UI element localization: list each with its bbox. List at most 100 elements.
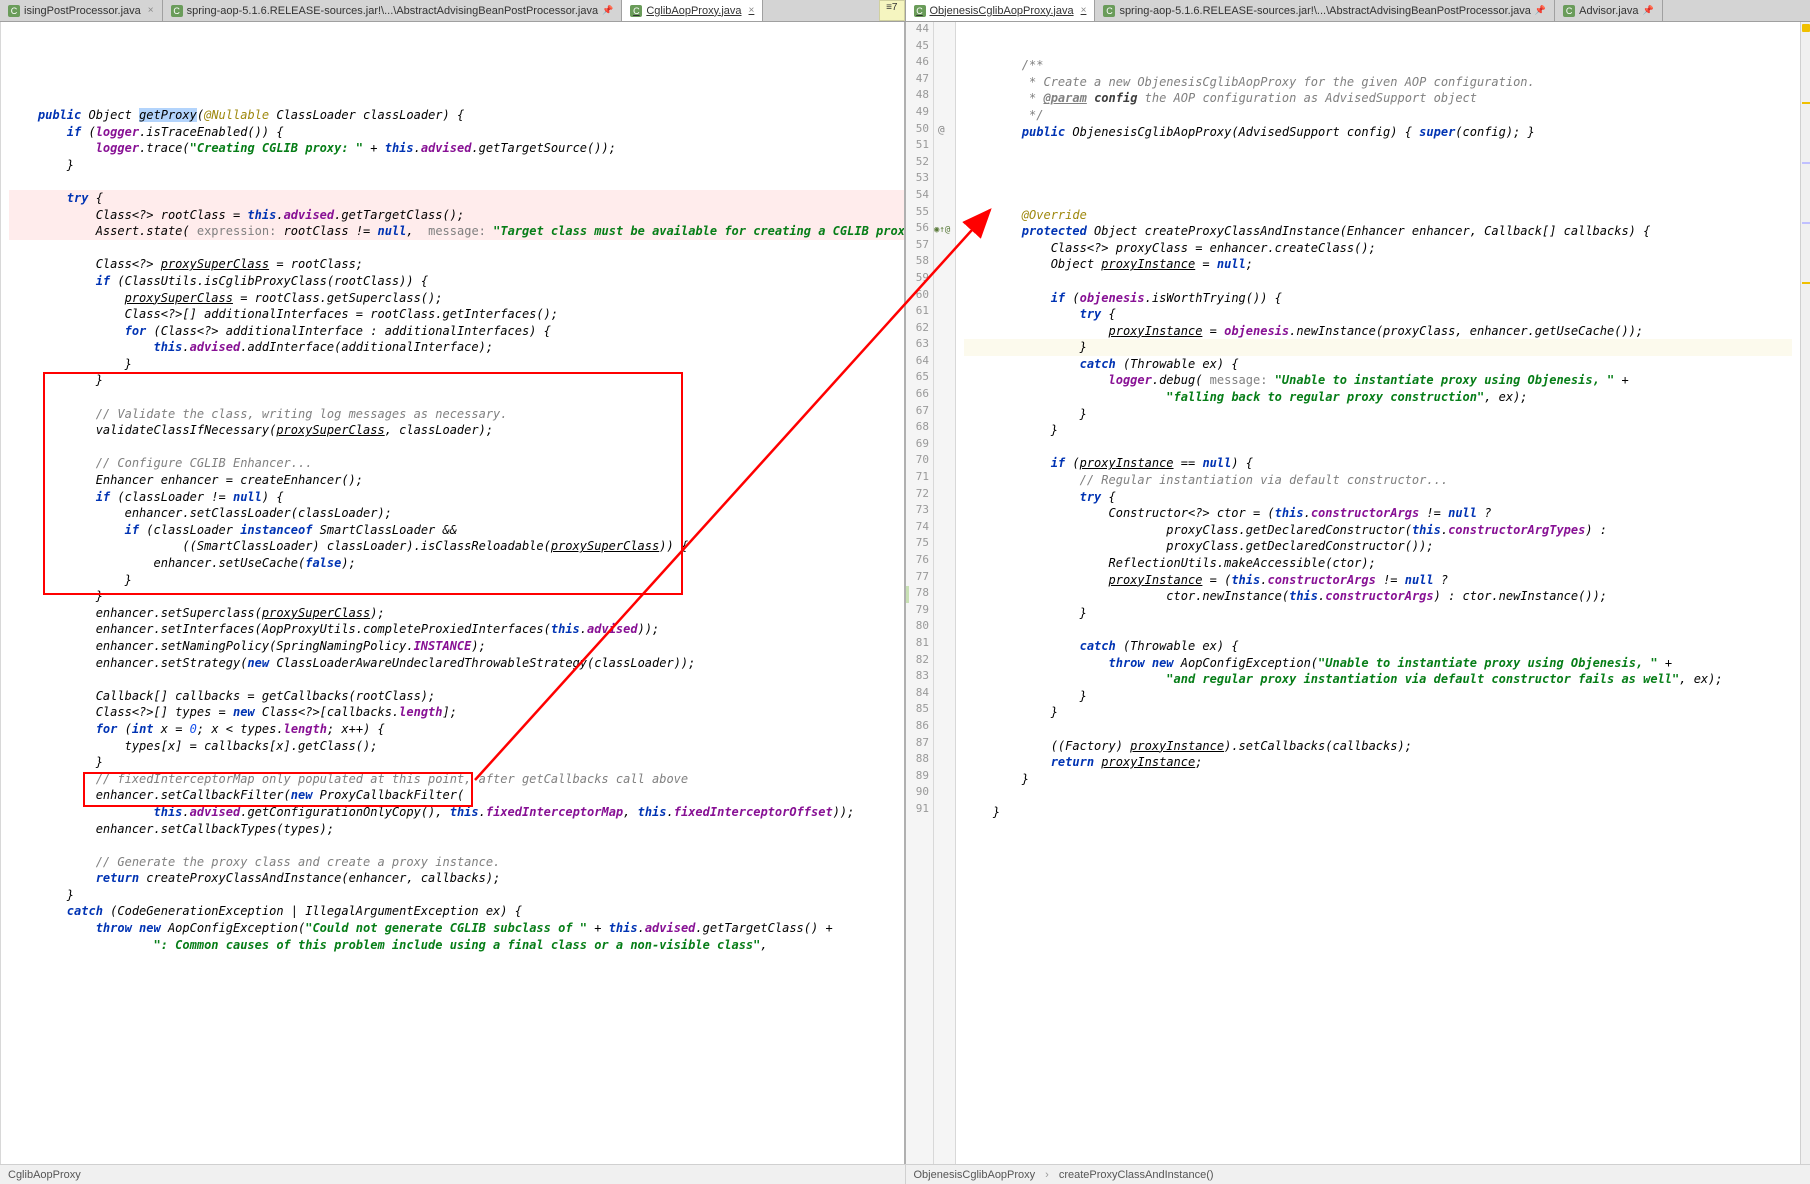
code-line[interactable]: Class<?>[] types = new Class<?>[callback… — [9, 704, 904, 721]
code-line[interactable]: } — [9, 356, 904, 373]
code-line[interactable]: try { — [964, 306, 1792, 323]
code-line[interactable] — [964, 621, 1792, 638]
close-icon[interactable]: × — [1081, 5, 1087, 16]
code-line[interactable]: "and regular proxy instantiation via def… — [964, 671, 1792, 688]
code-line[interactable]: proxyClass.getDeclaredConstructor(this.c… — [964, 522, 1792, 539]
code-line[interactable]: } — [964, 771, 1792, 788]
code-line[interactable]: Enhancer enhancer = createEnhancer(); — [9, 472, 904, 489]
close-icon[interactable]: × — [749, 5, 755, 16]
left-breadcrumb[interactable]: CglibAopProxy — [0, 1164, 905, 1184]
code-line[interactable] — [9, 240, 904, 257]
code-line[interactable]: enhancer.setUseCache(false); — [9, 555, 904, 572]
code-line[interactable]: throw new AopConfigException("Could not … — [9, 920, 904, 937]
code-line[interactable]: catch (CodeGenerationException | Illegal… — [9, 903, 904, 920]
right-breadcrumb[interactable]: ObjenesisCglibAopProxy createProxyClassA… — [905, 1164, 1810, 1184]
code-line[interactable]: // Generate the proxy class and create a… — [9, 854, 904, 871]
code-line[interactable]: } — [9, 157, 904, 174]
code-line[interactable]: Constructor<?> ctor = (this.constructorA… — [964, 505, 1792, 522]
code-line[interactable] — [964, 190, 1792, 207]
code-line[interactable]: } — [9, 887, 904, 904]
code-line[interactable]: throw new AopConfigException("Unable to … — [964, 655, 1792, 672]
code-line[interactable] — [9, 389, 904, 406]
code-line[interactable]: public Object getProxy(@Nullable ClassLo… — [9, 107, 904, 124]
code-line[interactable]: } — [964, 406, 1792, 423]
code-line[interactable]: if (logger.isTraceEnabled()) { — [9, 124, 904, 141]
code-line[interactable]: for (Class<?> additionalInterface : addi… — [9, 323, 904, 340]
code-line[interactable] — [964, 157, 1792, 174]
close-icon[interactable]: × — [148, 5, 154, 16]
code-line[interactable]: if (classLoader instanceof SmartClassLoa… — [9, 522, 904, 539]
code-line[interactable]: enhancer.setStrategy(new ClassLoaderAwar… — [9, 655, 904, 672]
code-line[interactable] — [9, 173, 904, 190]
code-line[interactable]: proxyClass.getDeclaredConstructor()); — [964, 538, 1792, 555]
code-line[interactable]: return proxyInstance; — [964, 754, 1792, 771]
code-line[interactable]: types[x] = callbacks[x].getClass(); — [9, 738, 904, 755]
right-code-area[interactable]: /** * Create a new ObjenesisCglibAopProx… — [956, 22, 1800, 1164]
code-line[interactable]: validateClassIfNecessary(proxySuperClass… — [9, 422, 904, 439]
code-line[interactable]: Object proxyInstance = null; — [964, 256, 1792, 273]
code-line[interactable]: * Create a new ObjenesisCglibAopProxy fo… — [964, 74, 1792, 91]
editor-tab[interactable]: CCglibAopProxy.java× — [622, 0, 763, 21]
code-line[interactable]: if (classLoader != null) { — [9, 489, 904, 506]
code-line[interactable]: catch (Throwable ex) { — [964, 356, 1792, 373]
editor-tab[interactable]: CisingPostProcessor.java× — [0, 0, 163, 21]
code-line[interactable] — [964, 273, 1792, 290]
editor-tab[interactable]: Cspring-aop-5.1.6.RELEASE-sources.jar!\.… — [163, 0, 623, 21]
code-line[interactable]: ReflectionUtils.makeAccessible(ctor); — [964, 555, 1792, 572]
code-line[interactable]: } — [9, 372, 904, 389]
code-line[interactable]: * @param config the AOP configuration as… — [964, 90, 1792, 107]
code-line[interactable]: } — [964, 605, 1792, 622]
breadcrumb-item[interactable]: ObjenesisCglibAopProxy — [914, 1169, 1036, 1181]
code-line[interactable]: enhancer.setCallbackFilter(new ProxyCall… — [9, 787, 904, 804]
code-line[interactable] — [9, 837, 904, 854]
code-line[interactable] — [964, 41, 1792, 58]
code-line[interactable]: this.advised.getConfigurationOnlyCopy(),… — [9, 804, 904, 821]
code-line[interactable]: } — [964, 688, 1792, 705]
code-line[interactable]: "falling back to regular proxy construct… — [964, 389, 1792, 406]
code-line[interactable]: protected Object createProxyClassAndInst… — [964, 223, 1792, 240]
code-line[interactable]: // Validate the class, writing log messa… — [9, 406, 904, 423]
code-line[interactable] — [964, 439, 1792, 456]
code-line[interactable]: logger.trace("Creating CGLIB proxy: " + … — [9, 140, 904, 157]
code-line[interactable]: for (int x = 0; x < types.length; x++) { — [9, 721, 904, 738]
code-line[interactable]: this.advised.addInterface(additionalInte… — [9, 339, 904, 356]
code-line[interactable]: logger.debug( message: "Unable to instan… — [964, 372, 1792, 389]
code-line[interactable]: ": Common causes of this problem include… — [9, 937, 904, 954]
code-line[interactable]: if (proxyInstance == null) { — [964, 455, 1792, 472]
code-line[interactable]: } — [964, 339, 1792, 356]
breadcrumb-item[interactable]: createProxyClassAndInstance() — [1059, 1169, 1214, 1181]
code-line[interactable]: Callback[] callbacks = getCallbacks(root… — [9, 688, 904, 705]
code-line[interactable]: enhancer.setClassLoader(classLoader); — [9, 505, 904, 522]
code-line[interactable]: // fixedInterceptorMap only populated at… — [9, 771, 904, 788]
code-line[interactable]: try { — [9, 190, 904, 207]
code-line[interactable]: if (ClassUtils.isCglibProxyClass(rootCla… — [9, 273, 904, 290]
code-line[interactable]: enhancer.setNamingPolicy(SpringNamingPol… — [9, 638, 904, 655]
override-gutter-icon[interactable]: ◉↑@ — [934, 225, 950, 235]
code-line[interactable]: public ObjenesisCglibAopProxy(AdvisedSup… — [964, 124, 1792, 141]
code-line[interactable]: catch (Throwable ex) { — [964, 638, 1792, 655]
code-line[interactable]: Class<?> proxyClass = enhancer.createCla… — [964, 240, 1792, 257]
code-line[interactable]: } — [964, 704, 1792, 721]
code-line[interactable] — [964, 787, 1792, 804]
code-line[interactable]: return createProxyClassAndInstance(enhan… — [9, 870, 904, 887]
left-code-area[interactable]: public Object getProxy(@Nullable ClassLo… — [1, 22, 904, 1164]
code-line[interactable]: } — [9, 572, 904, 589]
code-line[interactable]: ((Factory) proxyInstance).setCallbacks(c… — [964, 738, 1792, 755]
code-line[interactable] — [964, 173, 1792, 190]
code-line[interactable]: ctor.newInstance(this.constructorArgs) :… — [964, 588, 1792, 605]
code-line[interactable]: // Configure CGLIB Enhancer... — [9, 455, 904, 472]
editor-tab[interactable]: CObjenesisCglibAopProxy.java× — [906, 0, 1096, 21]
code-line[interactable]: } — [9, 754, 904, 771]
code-line[interactable] — [964, 140, 1792, 157]
code-line[interactable]: @Override — [964, 207, 1792, 224]
code-line[interactable]: enhancer.setSuperclass(proxySuperClass); — [9, 605, 904, 622]
editor-tab[interactable]: Cspring-aop-5.1.6.RELEASE-sources.jar!\.… — [1095, 0, 1555, 21]
code-line[interactable]: /** — [964, 57, 1792, 74]
code-line[interactable]: Assert.state( expression: rootClass != n… — [9, 223, 904, 240]
code-line[interactable]: proxySuperClass = rootClass.getSuperclas… — [9, 290, 904, 307]
code-line[interactable]: Class<?>[] additionalInterfaces = rootCl… — [9, 306, 904, 323]
code-line[interactable]: Class<?> proxySuperClass = rootClass; — [9, 256, 904, 273]
code-line[interactable] — [9, 439, 904, 456]
code-line[interactable] — [964, 24, 1792, 41]
code-line[interactable]: proxyInstance = (this.constructorArgs !=… — [964, 572, 1792, 589]
